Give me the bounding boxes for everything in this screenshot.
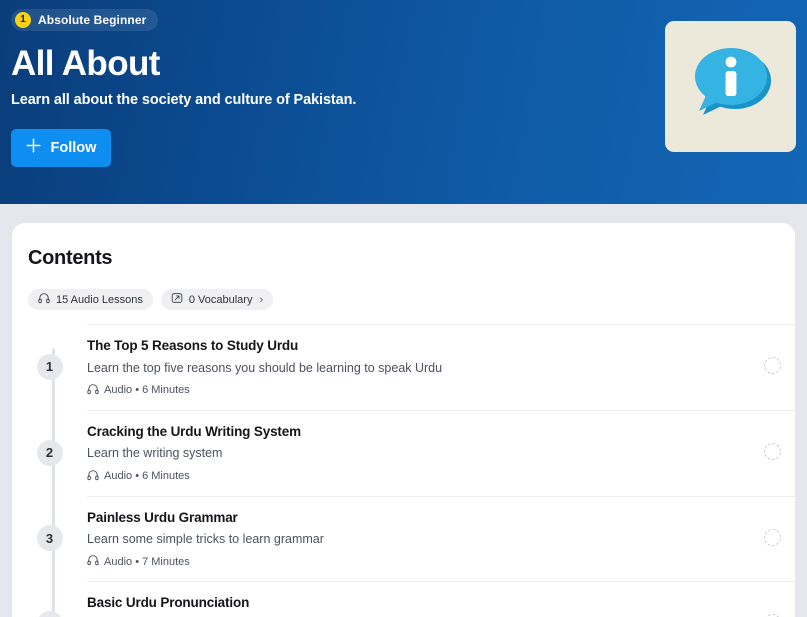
lesson-number-badge: 1 xyxy=(36,353,63,380)
headphones-icon xyxy=(87,554,99,569)
follow-button-label: Follow xyxy=(50,139,97,156)
lesson-description: Learn some simple tricks to learn gramma… xyxy=(87,532,324,547)
lesson-row[interactable]: 3 Painless Urdu Grammar Learn some simpl… xyxy=(12,495,795,582)
lesson-number-col: 3 xyxy=(12,496,87,582)
lesson-meta-label: Audio • 6 Minutes xyxy=(104,470,190,483)
lesson-title: Basic Urdu Pronunciation xyxy=(87,595,250,611)
lesson-complete-toggle[interactable] xyxy=(764,442,781,460)
lesson-description: Learn the writing system xyxy=(87,446,223,461)
lesson-meta: Audio • 6 Minutes xyxy=(87,469,752,484)
audio-lessons-pill: 15 Audio Lessons xyxy=(28,289,153,310)
lesson-row[interactable]: 1 The Top 5 Reasons to Study Urdu Learn … xyxy=(12,324,795,410)
lesson-meta: Audio • 7 Minutes xyxy=(87,554,752,569)
contents-summary-pills: 15 Audio Lessons 0 Vocabulary › xyxy=(12,270,795,310)
lesson-list: 1 The Top 5 Reasons to Study Urdu Learn … xyxy=(12,324,795,617)
headphones-icon xyxy=(38,292,50,307)
headphones-icon xyxy=(87,383,99,398)
lesson-row[interactable]: 4 Basic Urdu Pronunciation Learn pronunc… xyxy=(12,581,795,617)
course-artwork xyxy=(665,21,796,152)
lesson-meta-label: Audio • 7 Minutes xyxy=(104,555,190,568)
follow-button[interactable]: Follow xyxy=(11,128,111,167)
lesson-number-col: 4 xyxy=(12,581,87,617)
level-badge: 1 Absolute Beginner xyxy=(11,9,159,31)
lesson-title: The Top 5 Reasons to Study Urdu xyxy=(87,338,299,353)
hero-banner: 1 Absolute Beginner All About Learn all … xyxy=(0,0,807,204)
lesson-number-col: 2 xyxy=(12,410,87,496)
vocabulary-pill[interactable]: 0 Vocabulary › xyxy=(160,289,274,310)
lesson-meta-label: Audio • 6 Minutes xyxy=(104,384,190,397)
speech-bubble-info-icon xyxy=(683,40,779,133)
lesson-number-col: 1 xyxy=(12,324,87,410)
lesson-description: Learn the top five reasons you should be… xyxy=(87,360,443,375)
lesson-complete-toggle[interactable] xyxy=(764,357,781,374)
lesson-meta: Audio • 6 Minutes xyxy=(87,383,752,398)
headphones-icon xyxy=(87,469,99,484)
contents-heading: Contents xyxy=(28,247,113,269)
lesson-complete-toggle[interactable] xyxy=(764,528,781,546)
contents-card: Contents 15 Audio Lessons 0 Vocabulary › xyxy=(12,223,795,617)
lesson-title: Cracking the Urdu Writing System xyxy=(87,423,301,439)
lesson-number-badge: 4 xyxy=(36,611,63,617)
plus-icon xyxy=(25,138,41,157)
vocab-card-icon xyxy=(171,292,183,307)
audio-lessons-pill-label: 15 Audio Lessons xyxy=(56,293,143,306)
chevron-right-icon: › xyxy=(259,293,264,306)
lesson-number-badge: 3 xyxy=(36,525,63,552)
hero-card-gap xyxy=(0,204,807,223)
vocabulary-pill-label: 0 Vocabulary xyxy=(188,293,253,306)
lesson-title: Painless Urdu Grammar xyxy=(87,509,238,525)
level-number: 1 xyxy=(15,12,31,28)
level-label: Absolute Beginner xyxy=(38,13,147,27)
lesson-row[interactable]: 2 Cracking the Urdu Writing System Learn… xyxy=(12,409,795,496)
lesson-number-badge: 2 xyxy=(36,439,63,466)
